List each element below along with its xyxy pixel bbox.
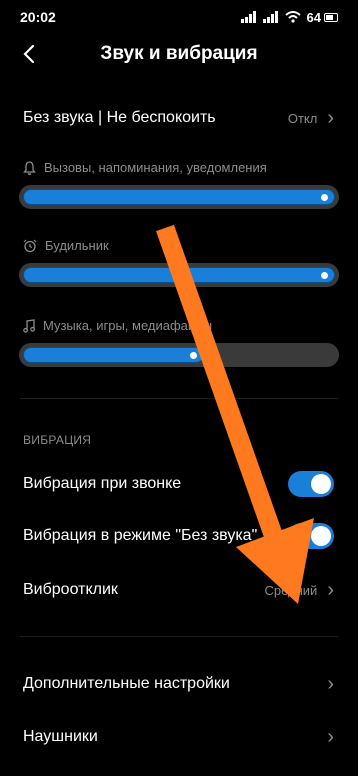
ring-vibration-label: Вибрация при звонке (23, 475, 182, 492)
alarm-volume-text: Будильник (45, 238, 109, 253)
battery-icon (324, 12, 338, 22)
headphones-label: Наушники (23, 728, 98, 745)
bell-icon (23, 160, 36, 175)
slider-thumb[interactable] (321, 194, 328, 201)
battery-level: 64 (306, 9, 321, 25)
slider-thumb[interactable] (321, 272, 328, 279)
signal-2-icon (262, 11, 279, 23)
page-title: Звук и вибрация (100, 43, 258, 64)
alarm-volume-label: Будильник (23, 238, 109, 253)
media-volume-fill (23, 347, 204, 363)
chevron-right-icon: › (327, 107, 334, 129)
media-volume-label: Музыка, игры, медиафайлы (23, 318, 212, 333)
toggle-knob (311, 474, 331, 494)
silent-vibration-row[interactable]: Вибрация в режиме "Без звука" (0, 518, 358, 554)
advanced-settings-label: Дополнительные настройки (23, 675, 230, 692)
chevron-right-icon: › (327, 726, 334, 748)
haptic-feedback-value: Средний (264, 582, 318, 598)
silent-vibration-toggle[interactable] (288, 523, 334, 549)
dnd-value: Откл (287, 110, 318, 126)
header: Звук и вибрация (0, 34, 358, 74)
status-time: 20:02 (20, 9, 56, 25)
battery-indicator: 64 (307, 10, 338, 25)
media-volume-slider[interactable] (19, 343, 339, 367)
calls-volume-text: Вызовы, напоминания, уведомления (44, 160, 267, 175)
dnd-value-wrap: Откл › (288, 108, 334, 128)
chevron-right-icon: › (327, 579, 334, 601)
headphones-row[interactable]: Наушники › (0, 718, 358, 756)
signal-icon (240, 11, 257, 23)
ring-vibration-row[interactable]: Вибрация при звонке (0, 466, 358, 502)
alarm-volume-slider[interactable] (19, 263, 339, 287)
vibration-section-title: ВИБРАЦИЯ (23, 433, 92, 447)
divider (20, 398, 338, 399)
calls-volume-slider[interactable] (19, 185, 339, 209)
calls-volume-label: Вызовы, напоминания, уведомления (23, 160, 267, 175)
ring-vibration-toggle[interactable] (288, 471, 334, 497)
media-volume-text: Музыка, игры, медиафайлы (43, 318, 213, 333)
toggle-knob (311, 526, 331, 546)
silent-vibration-label: Вибрация в режиме "Без звука" (23, 527, 258, 544)
dnd-row[interactable]: Без звука | Не беспокоить Откл › (0, 98, 358, 138)
status-bar: 20:02 64 (0, 0, 358, 34)
haptic-feedback-row[interactable]: Виброотклик Средний › (0, 572, 358, 608)
haptic-feedback-label: Виброотклик (23, 581, 118, 598)
music-note-icon (23, 318, 35, 333)
dnd-label: Без звука | Не беспокоить (23, 109, 216, 126)
slider-thumb[interactable] (189, 352, 197, 359)
chevron-right-icon: › (327, 673, 334, 695)
haptic-feedback-value-wrap: Средний › (264, 580, 334, 600)
wifi-icon (284, 11, 301, 23)
alarm-volume-fill (23, 267, 335, 283)
divider (20, 636, 338, 637)
status-icons: 64 (240, 10, 338, 25)
alarm-clock-icon (23, 239, 37, 252)
back-arrow-icon[interactable] (20, 44, 40, 64)
advanced-settings-row[interactable]: Дополнительные настройки › (0, 665, 358, 703)
calls-volume-fill (23, 189, 335, 205)
